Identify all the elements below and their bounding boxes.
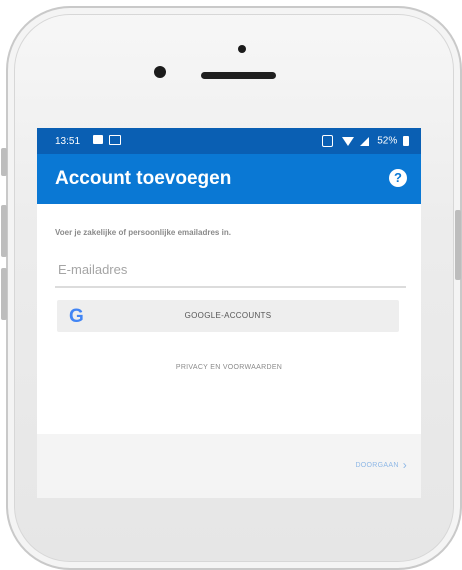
continue-button[interactable]: DOORGAAN › <box>355 458 407 472</box>
email-prompt: Voer je zakelijke of persoonlijke emaila… <box>55 228 231 237</box>
battery-percentage: 52% <box>377 135 398 147</box>
front-camera-icon <box>154 66 166 78</box>
image-notification-icon <box>93 135 103 144</box>
footer-bar: DOORGAAN › <box>37 434 421 498</box>
signal-icon <box>360 136 370 146</box>
battery-icon <box>403 136 409 146</box>
page-title: Account toevoegen <box>55 168 232 189</box>
status-time: 13:51 <box>55 136 81 147</box>
chevron-right-icon: › <box>402 458 407 472</box>
power-button-icon <box>455 210 461 280</box>
phone-screen: 13:51 52% Account toevoegen ? Voer je za… <box>37 128 421 498</box>
continue-label: DOORGAAN <box>355 461 399 469</box>
earpiece-speaker-icon <box>201 72 276 79</box>
help-icon[interactable]: ? <box>389 169 407 187</box>
sensor-icon <box>238 45 246 53</box>
status-right-group: 52% <box>321 135 409 147</box>
google-accounts-label: GOOGLE-ACCOUNTS <box>184 311 272 320</box>
privacy-terms-link[interactable]: PRIVACY EN VOORWAARDEN <box>37 364 421 371</box>
volume-up-button-icon <box>1 205 7 257</box>
wifi-icon <box>341 136 354 146</box>
nfc-icon <box>321 135 333 147</box>
message-notification-icon <box>109 135 121 145</box>
mute-switch-icon <box>1 148 7 176</box>
email-field[interactable] <box>55 252 406 288</box>
status-bar: 13:51 52% <box>37 128 421 154</box>
google-accounts-button[interactable]: G GOOGLE-ACCOUNTS <box>57 300 399 332</box>
app-bar: Account toevoegen ? <box>37 154 421 204</box>
volume-down-button-icon <box>1 268 7 320</box>
